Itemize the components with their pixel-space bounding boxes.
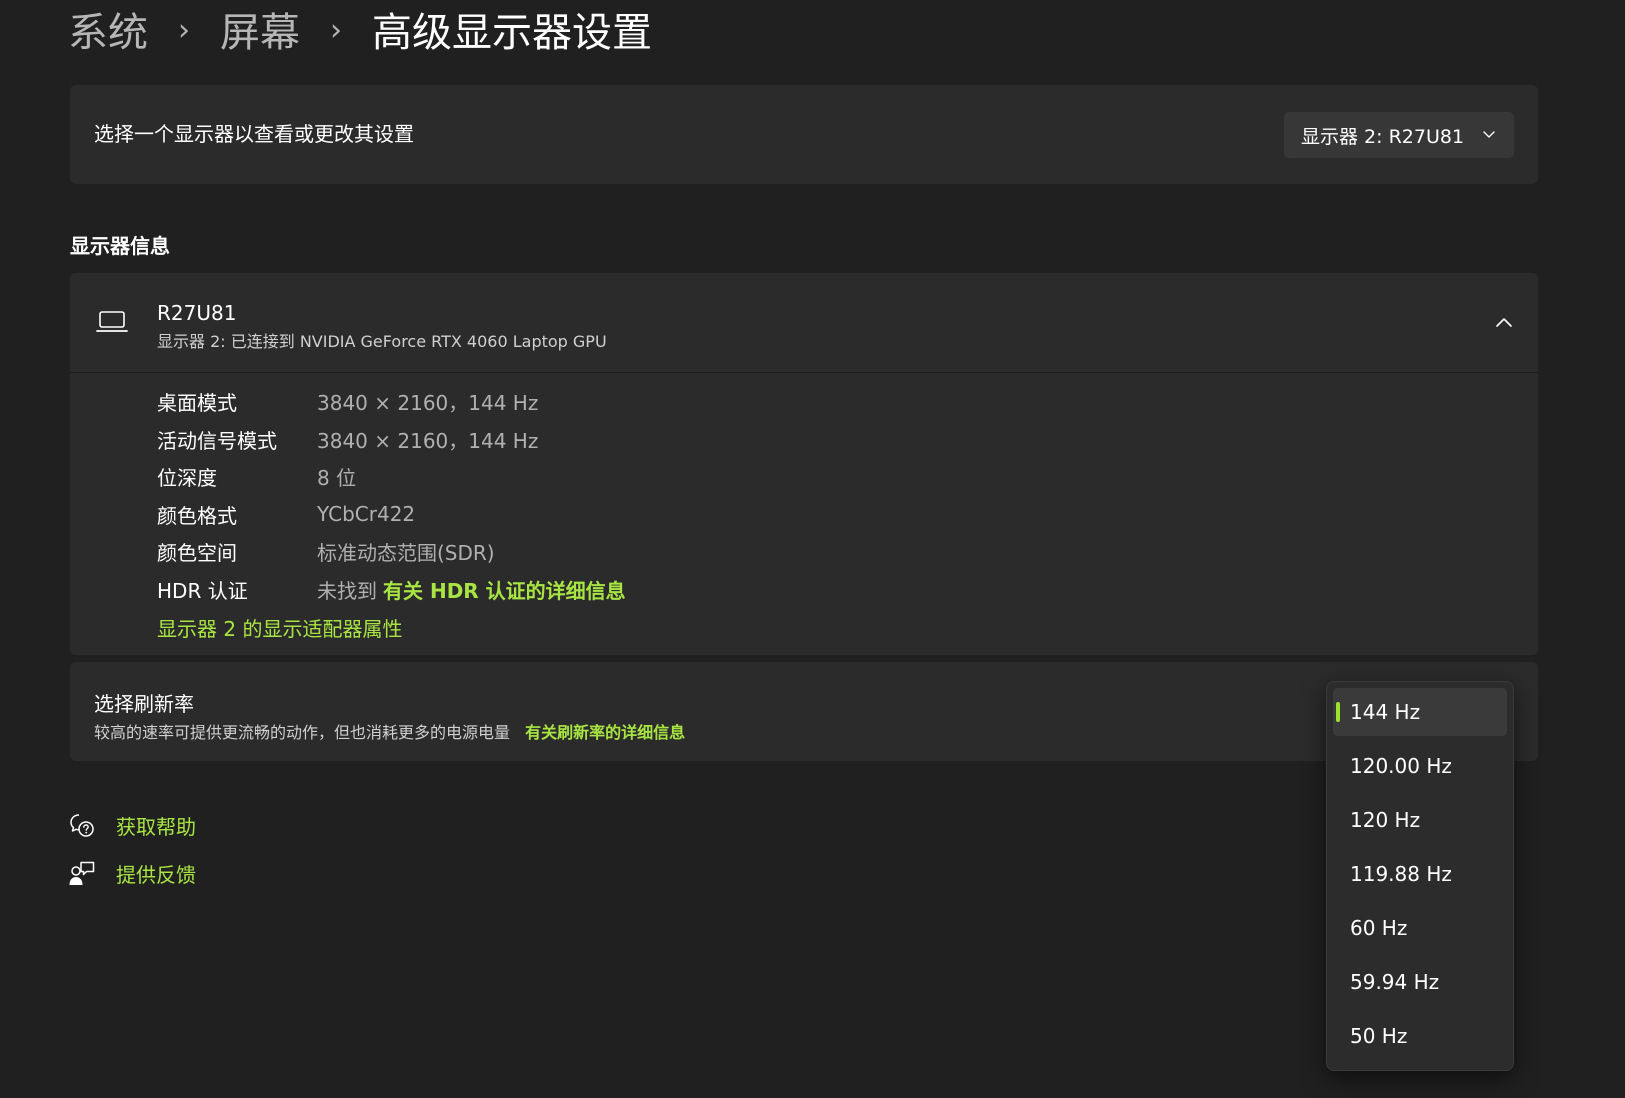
breadcrumb-item-system[interactable]: 系统 bbox=[68, 4, 148, 62]
display-info-rows: 桌面模式 3840 × 2160，144 Hz 活动信号模式 3840 × 21… bbox=[157, 383, 626, 608]
refresh-rate-option[interactable]: 120 Hz bbox=[1333, 796, 1507, 844]
breadcrumb-separator-icon: › bbox=[330, 13, 342, 48]
info-row-hdr: HDR 认证 未找到 有关 HDR 认证的详细信息 bbox=[157, 571, 626, 609]
refresh-rate-description-text: 较高的速率可提供更流畅的动作，但也消耗更多的电源电量 bbox=[94, 723, 511, 742]
info-label: 桌面模式 bbox=[157, 391, 237, 416]
monitor-select-value: 显示器 2: R27U81 bbox=[1301, 125, 1465, 148]
refresh-rate-card: 选择刷新率 较高的速率可提供更流畅的动作，但也消耗更多的电源电量 有关刷新率的详… bbox=[70, 662, 1538, 761]
info-value: 未找到 bbox=[317, 578, 377, 603]
chevron-down-icon bbox=[1483, 131, 1495, 138]
refresh-rate-dropdown-menu: 144 Hz 120.00 Hz 120 Hz 119.88 Hz 60 Hz … bbox=[1326, 681, 1514, 1071]
display-info-heading: 显示器信息 bbox=[70, 234, 170, 258]
info-value: YCbCr422 bbox=[317, 502, 416, 527]
give-feedback-link[interactable]: 提供反馈 bbox=[68, 859, 196, 888]
chevron-up-icon[interactable] bbox=[1494, 313, 1514, 333]
info-row-desktop-mode: 桌面模式 3840 × 2160，144 Hz bbox=[157, 383, 626, 421]
info-label: 颜色格式 bbox=[157, 503, 237, 528]
page-title: 高级显示器设置 bbox=[372, 10, 652, 56]
refresh-rate-option[interactable]: 59.94 Hz bbox=[1333, 958, 1507, 1006]
feedback-icon bbox=[69, 861, 95, 885]
adapter-properties-link[interactable]: 显示器 2 的显示适配器属性 bbox=[157, 613, 402, 642]
refresh-rate-option-label: 120 Hz bbox=[1350, 808, 1421, 832]
give-feedback-label: 提供反馈 bbox=[116, 863, 196, 887]
get-help-label: 获取帮助 bbox=[116, 815, 196, 839]
info-label: 颜色空间 bbox=[157, 541, 237, 566]
breadcrumb-separator-icon: › bbox=[178, 13, 190, 48]
info-label: 活动信号模式 bbox=[157, 428, 277, 453]
laptop-icon bbox=[96, 311, 128, 332]
refresh-rate-option-label: 60 Hz bbox=[1350, 916, 1408, 940]
monitor-connection-text: 显示器 2: 已连接到 NVIDIA GeForce RTX 4060 Lapt… bbox=[157, 332, 607, 351]
hdr-details-link[interactable]: 有关 HDR 认证的详细信息 bbox=[383, 575, 626, 604]
refresh-rate-details-link[interactable]: 有关刷新率的详细信息 bbox=[525, 723, 685, 742]
refresh-rate-option-label: 119.88 Hz bbox=[1350, 862, 1452, 886]
monitor-name: R27U81 bbox=[157, 301, 237, 325]
refresh-rate-title: 选择刷新率 bbox=[94, 692, 194, 716]
refresh-rate-option-label: 144 Hz bbox=[1350, 700, 1421, 724]
help-chat-icon bbox=[70, 813, 94, 837]
refresh-rate-description: 较高的速率可提供更流畅的动作，但也消耗更多的电源电量 有关刷新率的详细信息 bbox=[94, 719, 685, 743]
selected-indicator bbox=[1336, 702, 1340, 722]
info-value: 8 位 bbox=[317, 466, 357, 491]
info-value: 3840 × 2160，144 Hz bbox=[317, 391, 539, 416]
breadcrumb-item-display[interactable]: 屏幕 bbox=[220, 4, 300, 62]
info-row-color-space: 颜色空间 标准动态范围(SDR) bbox=[157, 533, 626, 571]
refresh-rate-option[interactable]: 60 Hz bbox=[1333, 904, 1507, 952]
info-value: 标准动态范围(SDR) bbox=[317, 541, 495, 566]
breadcrumb: 系统 › 屏幕 › 高级显示器设置 bbox=[68, 4, 652, 62]
info-row-color-format: 颜色格式 YCbCr422 bbox=[157, 496, 626, 534]
refresh-rate-option[interactable]: 119.88 Hz bbox=[1333, 850, 1507, 898]
info-label: HDR 认证 bbox=[157, 578, 248, 603]
monitor-select-label: 选择一个显示器以查看或更改其设置 bbox=[94, 122, 414, 146]
refresh-rate-option-selected[interactable]: 144 Hz bbox=[1333, 688, 1507, 736]
refresh-rate-option-label: 50 Hz bbox=[1350, 1024, 1408, 1048]
display-info-header[interactable]: R27U81 显示器 2: 已连接到 NVIDIA GeForce RTX 40… bbox=[70, 273, 1538, 373]
info-label: 位深度 bbox=[157, 466, 217, 491]
info-row-bit-depth: 位深度 8 位 bbox=[157, 458, 626, 496]
get-help-link[interactable]: 获取帮助 bbox=[68, 811, 196, 840]
monitor-select-dropdown[interactable]: 显示器 2: R27U81 bbox=[1284, 112, 1514, 158]
monitor-select-card: 选择一个显示器以查看或更改其设置 显示器 2: R27U81 bbox=[70, 85, 1538, 184]
refresh-rate-option-label: 120.00 Hz bbox=[1350, 754, 1452, 778]
info-value: 3840 × 2160，144 Hz bbox=[317, 428, 539, 453]
refresh-rate-option-label: 59.94 Hz bbox=[1350, 970, 1440, 994]
info-row-signal-mode: 活动信号模式 3840 × 2160，144 Hz bbox=[157, 421, 626, 459]
refresh-rate-option[interactable]: 50 Hz bbox=[1333, 1012, 1507, 1060]
display-info-card: R27U81 显示器 2: 已连接到 NVIDIA GeForce RTX 40… bbox=[70, 273, 1538, 655]
refresh-rate-option[interactable]: 120.00 Hz bbox=[1333, 742, 1507, 790]
